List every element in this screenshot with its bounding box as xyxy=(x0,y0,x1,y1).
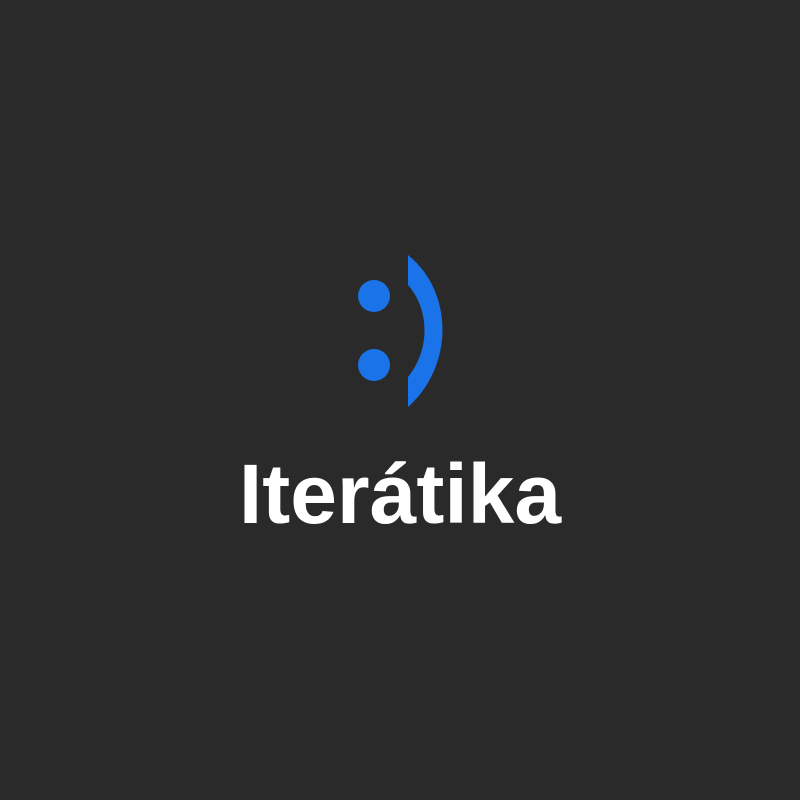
smiley-face-icon xyxy=(358,255,443,407)
app-name: Iterátika xyxy=(238,447,562,541)
logo-eye-bottom xyxy=(358,349,390,381)
logo-smile-arc xyxy=(408,255,443,407)
logo-eye-top xyxy=(358,280,390,312)
splash-screen: Iterátika xyxy=(0,0,800,800)
